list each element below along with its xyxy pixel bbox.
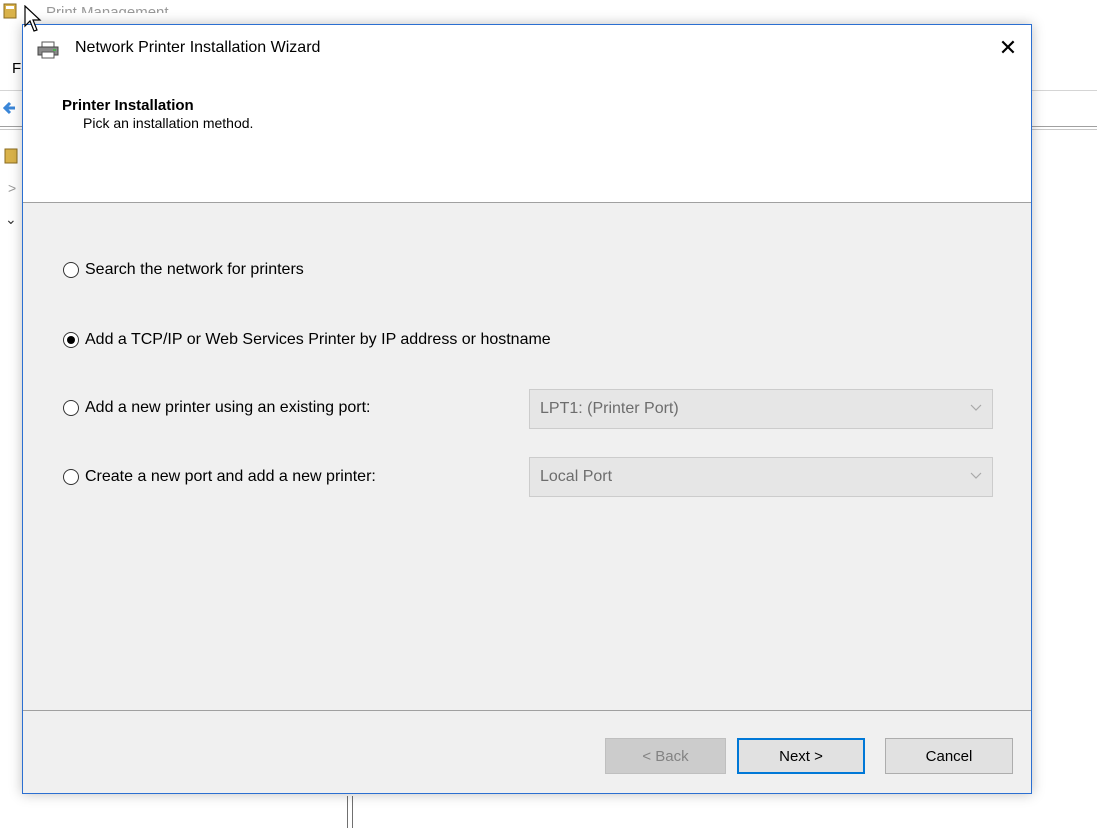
tree-collapse-icon[interactable]: ⌄ bbox=[5, 211, 17, 228]
print-management-icon bbox=[3, 3, 17, 19]
mouse-cursor-icon bbox=[24, 5, 42, 32]
background-menu-file[interactable]: F bbox=[12, 60, 21, 77]
tcpip-radio[interactable] bbox=[63, 332, 79, 348]
next-button[interactable]: Next > bbox=[737, 738, 865, 774]
new-port-select: Local Port bbox=[529, 457, 993, 497]
back-button: < Back bbox=[605, 738, 726, 774]
existing-port-radio[interactable] bbox=[63, 400, 79, 416]
existing-port-select-value: LPT1: (Printer Port) bbox=[540, 400, 679, 417]
footer-divider bbox=[23, 710, 1031, 711]
wizard-page-title: Printer Installation bbox=[62, 97, 194, 114]
new-port-option[interactable]: Create a new port and add a new printer: bbox=[63, 468, 376, 486]
new-port-label: Create a new port and add a new printer: bbox=[85, 468, 376, 485]
tcpip-label: Add a TCP/IP or Web Services Printer by … bbox=[85, 331, 551, 348]
existing-port-option[interactable]: Add a new printer using an existing port… bbox=[63, 399, 371, 417]
chevron-down-icon bbox=[970, 404, 982, 411]
print-management-tree-icon[interactable] bbox=[4, 145, 18, 165]
cancel-button[interactable]: Cancel bbox=[885, 738, 1013, 774]
tcpip-option[interactable]: Add a TCP/IP or Web Services Printer by … bbox=[63, 331, 551, 349]
search-network-radio[interactable] bbox=[63, 262, 79, 278]
printer-icon bbox=[37, 41, 59, 59]
new-port-radio[interactable] bbox=[63, 469, 79, 485]
dialog-title: Network Printer Installation Wizard bbox=[75, 39, 321, 56]
pane-splitter[interactable] bbox=[347, 796, 353, 828]
search-network-option[interactable]: Search the network for printers bbox=[63, 261, 304, 279]
network-printer-wizard-dialog: Network Printer Installation Wizard ✕ Pr… bbox=[22, 24, 1032, 794]
search-network-label: Search the network for printers bbox=[85, 261, 304, 278]
wizard-header: Printer Installation Pick an installatio… bbox=[23, 75, 1031, 203]
dialog-titlebar: Network Printer Installation Wizard ✕ bbox=[23, 25, 1031, 75]
wizard-page-subtitle: Pick an installation method. bbox=[83, 115, 254, 131]
new-port-select-value: Local Port bbox=[540, 468, 613, 485]
background-titlebar: Print Management bbox=[0, 0, 1097, 26]
back-arrow-icon[interactable] bbox=[3, 100, 17, 116]
tree-expand-icon[interactable]: > bbox=[8, 180, 16, 196]
background-window-title: Print Management bbox=[46, 4, 169, 21]
chevron-down-icon bbox=[970, 472, 982, 479]
close-button[interactable]: ✕ bbox=[993, 33, 1023, 63]
existing-port-select: LPT1: (Printer Port) bbox=[529, 389, 993, 429]
close-icon: ✕ bbox=[998, 35, 1018, 60]
existing-port-label: Add a new printer using an existing port… bbox=[85, 399, 371, 416]
